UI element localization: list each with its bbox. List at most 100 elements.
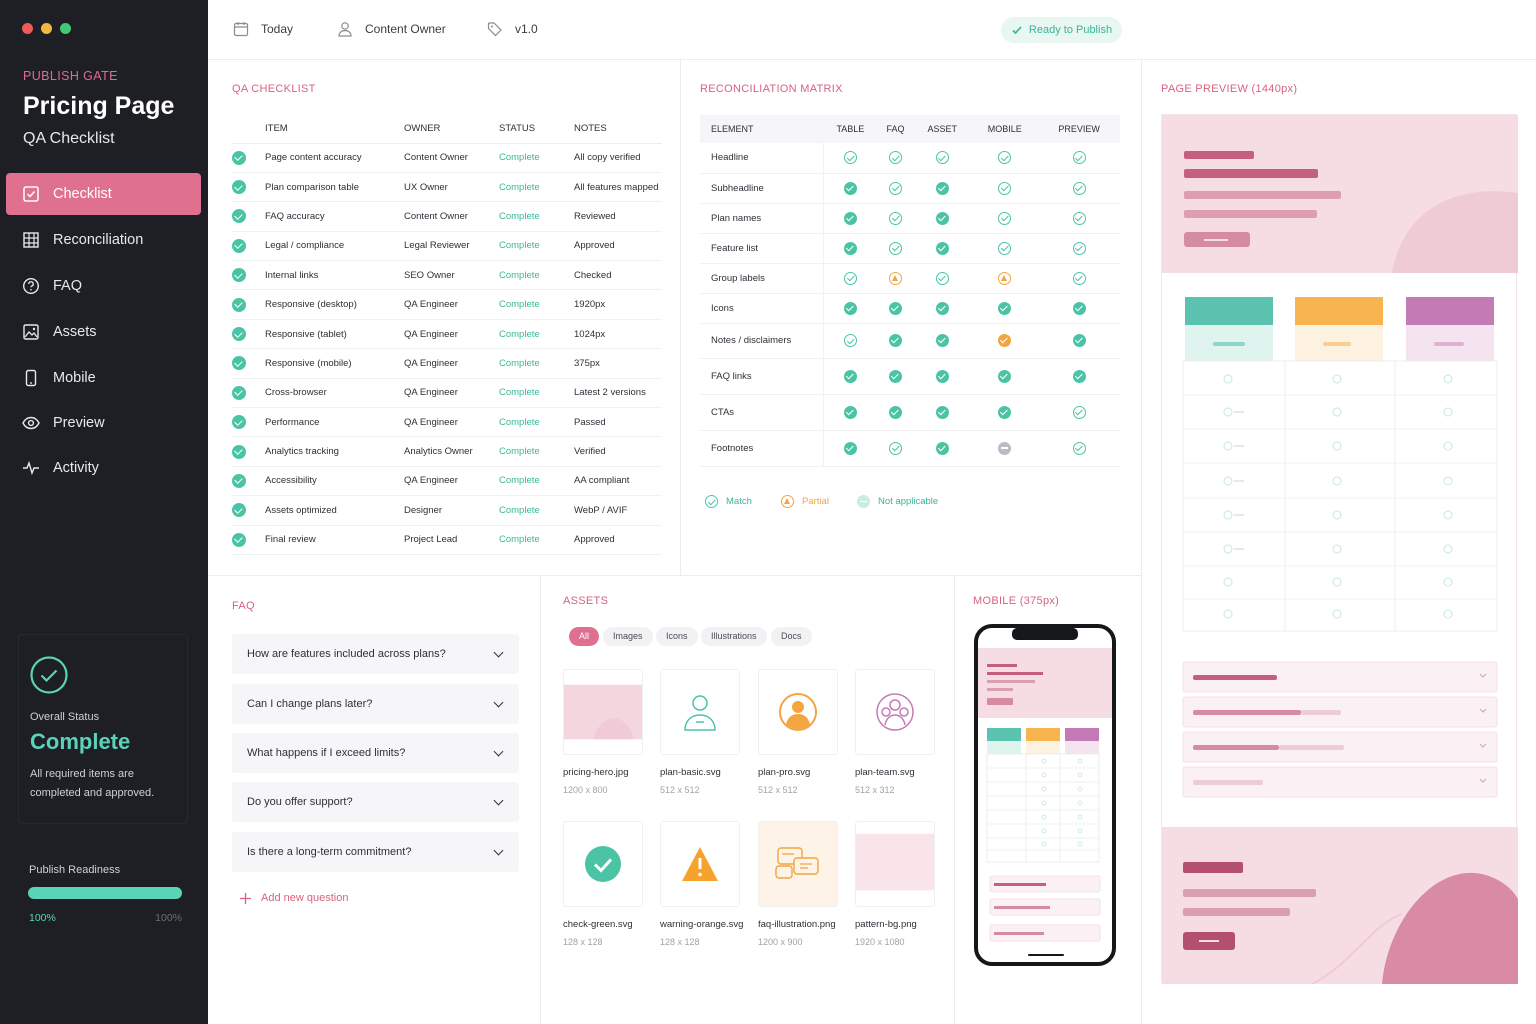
table-row: Footnotes (700, 430, 1120, 467)
filter-chip-icons[interactable]: Icons (656, 627, 698, 646)
table-row[interactable]: Final review Project Lead Complete Approved (232, 525, 662, 555)
asset-name: plan-team.svg (855, 767, 915, 778)
asset-card[interactable]: plan-basic.svg 512 x 512 (660, 669, 740, 795)
faq-item[interactable]: What happens if I exceed limits? (232, 733, 519, 773)
asset-card[interactable]: faq-illustration.png 1200 x 900 (758, 821, 838, 947)
column-header: NOTES (574, 115, 662, 144)
match-icon (844, 241, 858, 255)
owner-cell: QA Engineer (404, 319, 499, 350)
sidebar-item-preview[interactable]: Preview (6, 402, 201, 444)
sidebar-item-faq[interactable]: FAQ (6, 265, 201, 307)
check-icon (232, 268, 246, 283)
status-cell: Complete (499, 378, 574, 409)
table-row[interactable]: Responsive (tablet) QA Engineer Complete 10… (232, 319, 662, 350)
table-row[interactable]: Legal / compliance Legal Reviewer Complete… (232, 231, 662, 262)
filter-chip-images[interactable]: Images (603, 627, 653, 646)
match-icon (935, 241, 949, 255)
element-cell: Notes / disclaimers (700, 323, 824, 359)
table-row[interactable]: Assets optimized Designer Complete WebP / A… (232, 495, 662, 526)
check-icon (232, 297, 246, 312)
table-row[interactable]: Analytics tracking Analytics Owner Complet… (232, 436, 662, 467)
check-icon (232, 356, 246, 371)
faq-item[interactable]: Is there a long-term commitment? (232, 832, 519, 872)
item-cell: Responsive (tablet) (265, 319, 404, 350)
hero-image-icon (564, 684, 642, 740)
sidebar-item-checklist[interactable]: Checklist (6, 173, 201, 215)
chevron-down-icon[interactable] (493, 795, 504, 806)
divider (540, 575, 541, 1024)
chevron-down-icon[interactable] (493, 845, 504, 856)
item-cell: Page content accuracy (265, 143, 404, 173)
status-value: Complete (30, 729, 131, 754)
asset-name: check-green.svg (563, 919, 633, 930)
check-icon (232, 532, 246, 547)
element-cell: Plan names (700, 203, 824, 234)
faq-question: Can I change plans later? (247, 698, 373, 710)
asset-card[interactable]: plan-team.svg 512 x 312 (855, 669, 935, 795)
match-icon (998, 211, 1012, 225)
asset-card[interactable]: warning-orange.svg 128 x 128 (660, 821, 743, 947)
table-row: CTAs (700, 394, 1120, 431)
status-cell: Complete (499, 260, 574, 291)
faq-item[interactable]: Do you offer support? (232, 782, 519, 822)
table-row[interactable]: Plan comparison table UX Owner Complete All… (232, 172, 662, 203)
minimize-dot[interactable] (41, 23, 52, 34)
date-filter[interactable]: Today (233, 21, 293, 37)
version-filter[interactable]: v1.0 (487, 21, 538, 37)
close-dot[interactable] (22, 23, 33, 34)
mobile-preview-phone[interactable] (974, 624, 1116, 966)
faq-item[interactable]: How are features included across plans? (232, 634, 519, 674)
notes-cell: All copy verified (574, 143, 662, 173)
asset-card[interactable]: check-green.svg 128 x 128 (563, 821, 643, 947)
grid-icon (23, 232, 39, 248)
table-row[interactable]: Performance QA Engineer Complete Passed (232, 407, 662, 438)
table-row[interactable]: FAQ accuracy Content Owner Complete Reviewe… (232, 201, 662, 232)
add-question-button[interactable]: Add new question (240, 892, 348, 904)
filter-chip-illustrations[interactable]: Illustrations (701, 627, 767, 646)
sidebar-item-assets[interactable]: Assets (6, 311, 201, 353)
chevron-down-icon[interactable] (493, 697, 504, 708)
filter-chip-docs[interactable]: Docs (771, 627, 812, 646)
table-row[interactable]: Responsive (mobile) QA Engineer Complete 37… (232, 348, 662, 379)
sidebar-item-reconciliation[interactable]: Reconciliation (6, 219, 201, 261)
date-label: Today (261, 22, 294, 36)
filter-chip-all[interactable]: All (569, 627, 600, 646)
reconciliation-matrix-title: RECONCILIATION MATRIX (700, 83, 843, 95)
sidebar-item-activity[interactable]: Activity (6, 447, 201, 489)
mobile-icon (25, 369, 37, 387)
column-header: ELEMENT (700, 115, 823, 143)
table-row[interactable]: Page content accuracy Content Owner Comple… (232, 143, 662, 173)
readiness-max: 100% (155, 912, 182, 924)
table-row[interactable]: Internal links SEO Owner Complete Checked (232, 260, 662, 291)
item-cell: FAQ accuracy (265, 201, 404, 232)
pattern-icon (856, 833, 934, 891)
chevron-down-icon[interactable] (493, 746, 504, 757)
check-icon (232, 180, 246, 195)
match-icon (889, 241, 903, 255)
table-row[interactable]: Cross-browser QA Engineer Complete Latest 2… (232, 378, 662, 409)
owner-cell: Legal Reviewer (404, 231, 499, 262)
owner-filter[interactable]: Content Owner (337, 21, 446, 37)
table-row[interactable]: Accessibility QA Engineer Complete AA compl… (232, 466, 662, 497)
column-header: TABLE (823, 115, 878, 143)
asset-size: 512 x 312 (855, 785, 895, 795)
status-cell: Complete (499, 495, 574, 526)
faq-item[interactable]: Can I change plans later? (232, 684, 519, 724)
maximize-dot[interactable] (60, 23, 71, 34)
match-icon (1072, 405, 1086, 419)
table-row[interactable]: Responsive (desktop) QA Engineer Complete 1… (232, 289, 662, 320)
page-preview[interactable] (1161, 114, 1518, 985)
asset-card[interactable]: plan-pro.svg 512 x 512 (758, 669, 838, 795)
status-description: All required items are completed and app… (30, 768, 155, 799)
asset-card[interactable]: pricing-hero.jpg 1200 x 800 (563, 669, 643, 795)
divider (208, 575, 1141, 576)
chevron-down-icon[interactable] (493, 647, 504, 658)
asset-card[interactable]: pattern-bg.png 1920 x 1080 (855, 821, 935, 947)
sidebar-item-mobile[interactable]: Mobile (6, 357, 201, 399)
element-cell: Icons (700, 293, 824, 324)
status-cell: Complete (499, 289, 574, 320)
top-bar: Today Content Owner v1.0 Ready to Publis… (208, 0, 1536, 60)
match-icon (935, 181, 949, 195)
column-header: MOBILE (971, 115, 1039, 143)
element-cell: Subheadline (700, 173, 824, 204)
